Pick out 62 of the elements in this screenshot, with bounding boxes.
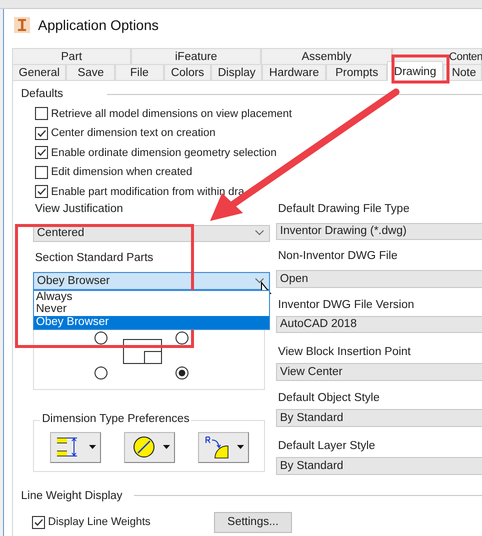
radius-dimension-button[interactable] bbox=[198, 432, 249, 462]
checkbox[interactable] bbox=[35, 126, 48, 140]
dropdown-option[interactable]: Never bbox=[34, 303, 269, 316]
diameter-dimension-button[interactable] bbox=[124, 432, 175, 462]
tab[interactable]: iFeature bbox=[131, 48, 262, 64]
view-drawing bbox=[123, 338, 162, 364]
tab[interactable]: Assembly bbox=[261, 48, 392, 64]
tab[interactable]: Display bbox=[211, 64, 262, 80]
radio-button[interactable] bbox=[94, 331, 108, 344]
tab[interactable]: Prompts bbox=[326, 64, 388, 80]
dropdown[interactable]: Obey Browser bbox=[33, 272, 270, 290]
checkbox[interactable] bbox=[35, 146, 48, 160]
field-label: View Block Insertion Point bbox=[277, 344, 412, 358]
tab[interactable]: Save bbox=[66, 64, 116, 80]
tab[interactable]: File bbox=[115, 64, 164, 80]
window-title: Application Options bbox=[38, 16, 159, 32]
chevron-icon bbox=[255, 230, 264, 236]
dropdown[interactable]: By Standard bbox=[276, 456, 482, 474]
checkbox-label: Retrieve all model dimensions on view placement bbox=[51, 108, 292, 120]
tab[interactable]: Part bbox=[12, 48, 132, 64]
dropdown[interactable]: Inventor Drawing (*.dwg) bbox=[276, 222, 482, 240]
dropdown[interactable]: View Center bbox=[276, 362, 482, 380]
dropdown-option[interactable]: Always bbox=[34, 290, 269, 304]
radio-button[interactable] bbox=[176, 331, 188, 344]
checkbox-label: Enable part modification from within dra bbox=[51, 186, 244, 198]
checkbox-label: Edit dimension when created bbox=[51, 166, 192, 178]
section-heading: Defaults bbox=[21, 88, 64, 100]
dropdown[interactable]: By Standard bbox=[276, 408, 482, 426]
dropdown[interactable]: Open bbox=[276, 270, 482, 288]
tab[interactable]: Hardware bbox=[262, 64, 326, 80]
checkbox-label: Center dimension text on creation bbox=[51, 127, 216, 140]
field-label: Default Layer Style bbox=[277, 438, 376, 452]
checkbox-label: Display Line Weights bbox=[48, 516, 151, 528]
tab[interactable]: Colors bbox=[164, 64, 212, 80]
highlight-box bbox=[392, 54, 450, 84]
dropdown-option[interactable]: Obey Browser bbox=[34, 316, 269, 329]
field-label: Section Standard Parts bbox=[34, 250, 154, 264]
chevron-icon bbox=[255, 278, 264, 284]
radio-button[interactable] bbox=[176, 366, 188, 379]
checkbox[interactable] bbox=[35, 185, 48, 198]
tab[interactable]: Drawing bbox=[387, 61, 443, 81]
radio-button[interactable] bbox=[94, 366, 108, 379]
field-label: Non-Inventor DWG File bbox=[277, 248, 399, 262]
field-label: Inventor DWG File Version bbox=[277, 298, 416, 312]
settings-button[interactable]: Settings... bbox=[214, 512, 292, 532]
checkbox[interactable] bbox=[35, 166, 48, 179]
app-icon bbox=[14, 16, 30, 32]
caret-icon bbox=[89, 445, 96, 449]
linear-dimension-button[interactable] bbox=[50, 432, 101, 462]
field-label: Default Drawing File Type bbox=[277, 202, 410, 216]
caret-icon bbox=[163, 445, 170, 449]
checkbox-label: Enable ordinate dimension geometry selection bbox=[51, 146, 277, 159]
checkbox[interactable] bbox=[32, 516, 45, 528]
field-label: View Justification bbox=[34, 202, 124, 216]
tab[interactable]: General bbox=[12, 64, 66, 80]
group-heading: Dimension Type Preferences bbox=[40, 412, 192, 424]
checkbox[interactable] bbox=[35, 107, 48, 120]
section-heading: Line Weight Display bbox=[21, 490, 122, 502]
field-label: Default Object Style bbox=[277, 390, 381, 404]
tab[interactable]: Note bbox=[442, 64, 482, 80]
caret-icon bbox=[237, 445, 244, 449]
dropdown[interactable]: AutoCAD 2018 bbox=[276, 316, 482, 332]
